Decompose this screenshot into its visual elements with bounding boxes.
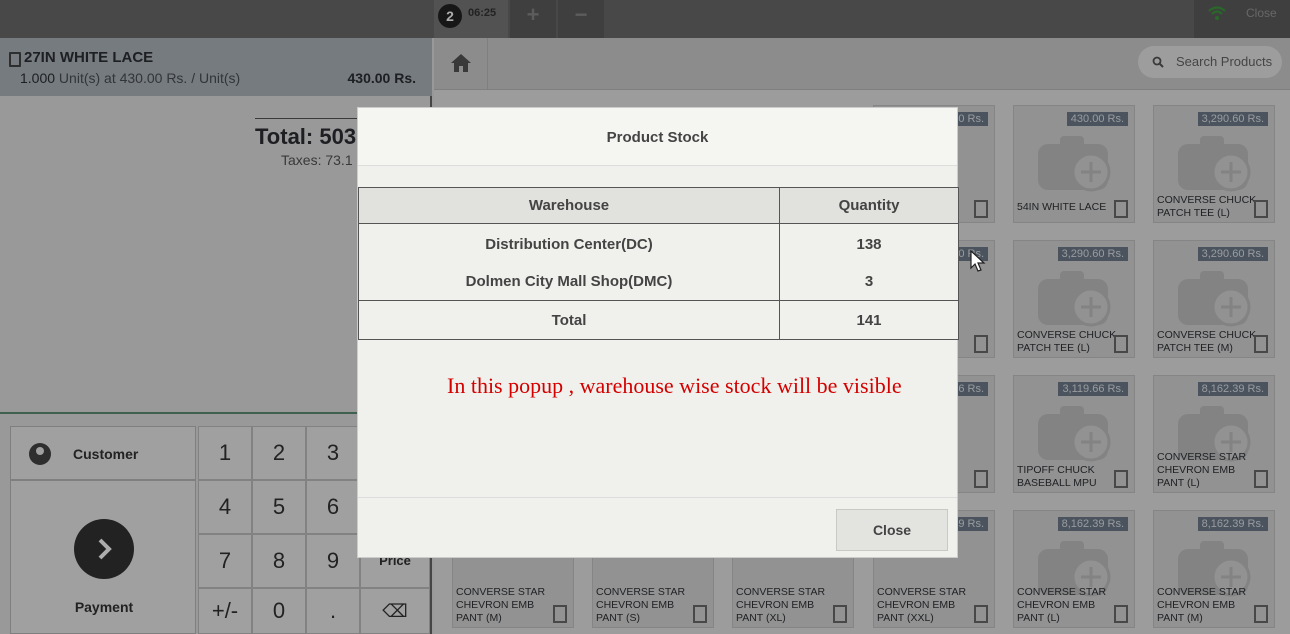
quantity-cell: 3 [779,263,959,301]
product-stock-dialog: Product Stock Warehouse Quantity Distrib… [357,107,959,558]
dialog-footer: Close [358,497,957,557]
column-header-quantity: Quantity [779,187,959,224]
total-row: Total 141 [358,300,959,340]
total-label: Total [358,300,780,340]
close-button[interactable]: Close [836,509,948,551]
table-row: Distribution Center(DC) 138 [358,223,959,264]
warehouse-cell: Distribution Center(DC) [358,223,780,264]
column-header-warehouse: Warehouse [358,187,780,224]
dialog-header: Product Stock [358,108,957,166]
warehouse-cell: Dolmen City Mall Shop(DMC) [358,263,780,301]
annotation-note: In this popup , warehouse wise stock wil… [447,373,902,398]
stock-table: Warehouse Quantity Distribution Center(D… [358,187,959,340]
quantity-cell: 138 [779,223,959,264]
total-quantity: 141 [779,300,959,340]
dialog-title: Product Stock [606,129,709,146]
stock-table-header: Warehouse Quantity [358,187,959,224]
table-row: Dolmen City Mall Shop(DMC) 3 [358,263,959,301]
mouse-cursor-icon [970,250,986,272]
